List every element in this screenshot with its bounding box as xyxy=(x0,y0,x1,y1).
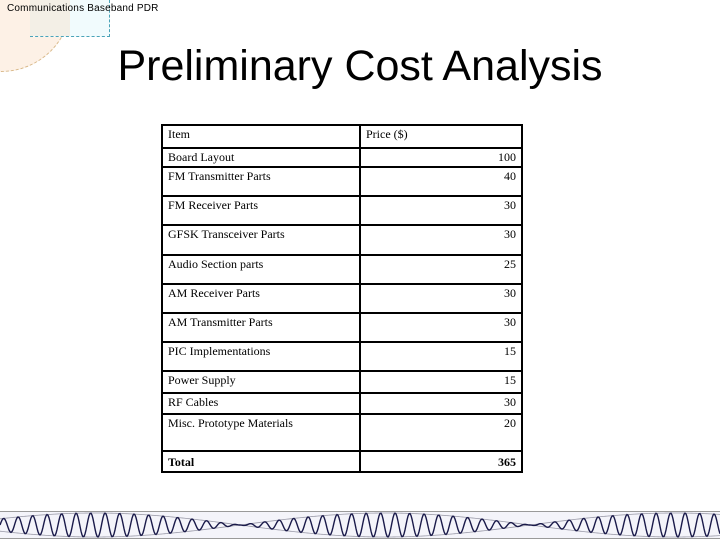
row-item: GFSK Transceiver Parts xyxy=(161,224,361,256)
column-header-price: Price ($) xyxy=(359,124,523,149)
table-row: Power Supply 15 xyxy=(161,370,523,394)
total-label: Total xyxy=(161,450,361,473)
footer-waveform xyxy=(0,510,720,540)
table-row: Audio Section parts 25 xyxy=(161,254,523,285)
row-item: PIC Implementations xyxy=(161,341,361,372)
row-item: Power Supply xyxy=(161,370,361,394)
row-price: 15 xyxy=(359,370,523,394)
table-row: FM Receiver Parts 30 xyxy=(161,195,523,226)
row-price: 40 xyxy=(359,166,523,197)
row-price: 30 xyxy=(359,195,523,226)
waveform-graphic xyxy=(0,511,720,539)
table-header-row: Item Price ($) xyxy=(161,124,523,149)
table-row: Misc. Prototype Materials 20 xyxy=(161,413,523,452)
row-price: 30 xyxy=(359,392,523,415)
slide-title: Preliminary Cost Analysis xyxy=(117,42,603,90)
table-row: AM Transmitter Parts 30 xyxy=(161,312,523,343)
table-row: Board Layout 100 xyxy=(161,147,523,168)
table-row: AM Receiver Parts 30 xyxy=(161,283,523,314)
presentation-label: Communications Baseband PDR xyxy=(7,3,159,14)
total-price: 365 xyxy=(359,450,523,473)
row-item: AM Receiver Parts xyxy=(161,283,361,314)
cost-table: Item Price ($) Board Layout 100 FM Trans… xyxy=(161,124,523,473)
table-row: PIC Implementations 15 xyxy=(161,341,523,372)
row-price: 15 xyxy=(359,341,523,372)
row-price: 100 xyxy=(359,147,523,168)
row-item: Audio Section parts xyxy=(161,254,361,285)
row-item: AM Transmitter Parts xyxy=(161,312,361,343)
table-row: RF Cables 30 xyxy=(161,392,523,415)
row-price: 30 xyxy=(359,283,523,314)
row-price: 20 xyxy=(359,413,523,452)
row-item: Board Layout xyxy=(161,147,361,168)
column-header-item: Item xyxy=(161,124,361,149)
row-price: 30 xyxy=(359,312,523,343)
row-item: FM Transmitter Parts xyxy=(161,166,361,197)
table-total-row: Total 365 xyxy=(161,450,523,473)
row-price: 25 xyxy=(359,254,523,285)
table-row: GFSK Transceiver Parts 30 xyxy=(161,224,523,256)
row-price: 30 xyxy=(359,224,523,256)
table-row: FM Transmitter Parts 40 xyxy=(161,166,523,197)
row-item: RF Cables xyxy=(161,392,361,415)
row-item: FM Receiver Parts xyxy=(161,195,361,226)
row-item: Misc. Prototype Materials xyxy=(161,413,361,452)
